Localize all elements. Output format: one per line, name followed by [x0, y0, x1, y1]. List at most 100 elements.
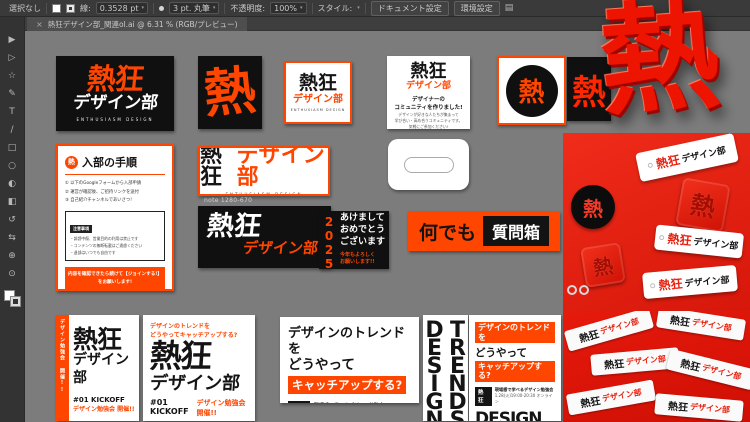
brush-dot-icon	[158, 5, 164, 11]
sticker-word-designbu: デザイン部	[599, 316, 641, 337]
artboard-netsu-black[interactable]: 熱	[198, 56, 262, 129]
trend-line1-highlight: デザインのトレンドを	[475, 322, 555, 344]
style-dropdown-icon[interactable]: ▾	[357, 5, 360, 11]
white-tag-keychain: 熱狂 デザイン部	[642, 264, 738, 300]
stroke-width-input[interactable]: 0.3528 pt ▾	[95, 2, 148, 14]
steps-header: 熱 入部の手順	[65, 154, 165, 170]
rectangle-tool-icon[interactable]: □	[4, 141, 21, 154]
artboard-logo-wide[interactable]: 熱狂 デザイン部 ENTHUSIASM DESIGN	[198, 146, 330, 196]
event-info-row: 熱狂 現場感で学べるデザイン勉強会 1.28(火)19:00-20:30 オンラ…	[475, 386, 555, 406]
logo-tagline: ENTHUSIASM DESIGN	[225, 192, 303, 196]
divider	[65, 174, 165, 175]
stroke-proxy[interactable]	[9, 296, 21, 307]
artboard-kickoff-banner[interactable]: デザインのトレンドを どうやってキャッチアップする? 熱狂 デザイン部 #01 …	[143, 315, 255, 421]
headline-line1: デザインのトレンドを	[150, 323, 211, 330]
document-tab-title: 熱狂デザイン部_関連ol.ai @ 6.31 % (RGB/プレビュー)	[47, 19, 238, 29]
preferences-button[interactable]: 環境設定	[453, 0, 500, 16]
trend-line2: どうやって	[475, 346, 527, 359]
kickoff-number: #01 KICKOFF	[150, 397, 189, 416]
artboard-kickoff-vertical[interactable]: デザイン勉強会 開催!! 熱狂 デザイン部 #01 KICKOFF デザイン勉強…	[56, 315, 139, 421]
stepper-icon[interactable]: ▾	[141, 5, 144, 11]
logo-word-designbu: デザイン部	[149, 372, 241, 394]
transform-tool-icon[interactable]: ⇆	[4, 231, 21, 244]
rotate-tool-icon[interactable]: ↺	[4, 213, 21, 226]
tools-panel: ▶ ▷ ☆ ✎ T ∕ □ ○ ◐ ◧ ↺ ⇆ ⊕ ⊙	[0, 17, 25, 422]
trend-line1: デザインのトレンドを	[288, 326, 406, 357]
hand-tool-icon[interactable]: ⊙	[4, 267, 21, 280]
selection-tool-icon[interactable]: ▶	[4, 33, 21, 46]
keyring-hardware-icon	[567, 285, 589, 295]
document-tab[interactable]: × 熱狂デザイン部_関連ol.ai @ 6.31 % (RGB/プレビュー)	[27, 17, 247, 31]
netsu-character: 熱	[583, 196, 603, 221]
document-setup-button[interactable]: ドキュメント設定	[370, 0, 449, 16]
red-acrylic-tile: 熱	[580, 242, 626, 288]
vertical-word-trends: TRENDS	[445, 318, 468, 421]
stroke-color-swatch[interactable]	[66, 3, 75, 13]
netsu-character: 熱	[201, 60, 259, 125]
sticker-item: 熱狂 デザイン部	[655, 311, 747, 341]
selection-status: 選択なし	[9, 3, 41, 13]
chevron-down-icon[interactable]: ▾	[300, 5, 303, 11]
keychain-hero-photo[interactable]: 熱	[595, 0, 750, 148]
greeting-line: おめでとう	[340, 225, 386, 236]
logo-word-designbu: デザイン部	[73, 352, 129, 386]
design-trends-wordmark: DESIGN TRENDS	[475, 410, 555, 421]
logo-word-netsukyo: 熱狂	[85, 62, 145, 97]
artboard-newyear-card[interactable]: 2025 あけまして おめでとう ございます 今年もよろしく お願いします!!	[319, 211, 389, 269]
logo-word-designbu: デザイン部	[236, 146, 325, 190]
sticker-word-designbu: デザイン部	[691, 317, 733, 333]
community-body: デザインが好きな人たちが集まって 学び合い・高め合うコミュニティです。 気軽にご…	[395, 112, 463, 129]
opacity-label: 不透明度:	[230, 3, 266, 13]
logo-word-netsukyo: 熱狂	[205, 211, 263, 242]
brush-value: 3 pt. 丸筆	[172, 3, 210, 13]
brush-select[interactable]: 3 pt. 丸筆 ▾	[168, 2, 220, 14]
tag-hole-icon	[647, 162, 654, 169]
artboard-question-box[interactable]: 何でも 質問箱	[408, 211, 560, 251]
ellipse-tool-icon[interactable]: ○	[4, 159, 21, 172]
fill-color-swatch[interactable]	[52, 3, 61, 13]
black-disc: 熱	[505, 64, 558, 117]
community-headline: デザイナーの コミュニティを作りました!	[394, 96, 462, 113]
merch-photo-stickers[interactable]: 熱狂 デザイン部 熱狂 デザイン部 熱狂 デザイン部 熱狂 デザイン部 熱狂 デ…	[563, 311, 750, 422]
tag-word-netsukyo: 熱狂	[654, 152, 682, 172]
artboard-design-trends-type[interactable]: DESIGN TRENDS	[423, 315, 468, 421]
note-size-label: note 1280-670	[204, 197, 253, 204]
sticker-item: 熱狂 デザイン部	[565, 379, 657, 416]
artboard-trend-banner-a[interactable]: デザインのトレンドを どうやって キャッチアップする? 熱狂 現場感で学べるデザ…	[280, 317, 419, 403]
close-tab-icon[interactable]: ×	[36, 20, 43, 29]
line-tool-icon[interactable]: ∕	[4, 123, 21, 136]
style-label: スタイル:	[317, 3, 353, 13]
artboard-community-card[interactable]: 熱狂 デザイン部 デザイナーの コミュニティを作りました! デザインが好きな人た…	[387, 56, 470, 129]
artboard-netsu-circle[interactable]: 熱	[497, 56, 566, 125]
artboard-join-steps[interactable]: 熱 入部の手順 ① 以下のGoogleフォームから入部申請 ② 運営が確認後、ご…	[56, 144, 174, 291]
kickoff-main: 熱狂 デザイン部 #01 KICKOFF デザイン勉強会 開催!!	[73, 315, 139, 413]
tag-word-designbu: デザイン部	[684, 275, 730, 289]
logo-word-netsukyo: 熱狂	[73, 325, 122, 354]
sticker-word-netsukyo: 熱狂	[669, 315, 691, 330]
type-tool-icon[interactable]: T	[4, 105, 21, 118]
gradient-tool-icon[interactable]: ◐	[4, 177, 21, 190]
greeting-small-line: お願いします!!	[340, 259, 375, 266]
direct-selection-tool-icon[interactable]: ▷	[4, 51, 21, 64]
magic-wand-tool-icon[interactable]: ☆	[4, 69, 21, 82]
event-date: 1.28(火)19:00-20:30 オンライン	[494, 393, 553, 405]
sticker-item: 熱狂 デザイン部	[590, 347, 680, 376]
artboard-logo-black[interactable]: 熱狂 デザイン部 ENTHUSIASM DESIGN	[56, 56, 174, 131]
pen-tool-icon[interactable]: ✎	[4, 87, 21, 100]
sticker-word-netsukyo: 熱狂	[603, 358, 625, 372]
step-line: ③ 自己紹介チャンネルであいさつ!	[65, 198, 132, 204]
fill-stroke-indicator[interactable]	[3, 290, 21, 307]
opacity-input[interactable]: 100% ▾	[270, 2, 307, 14]
artboard-trend-banner-b[interactable]: デザインのトレンドを どうやって キャッチアップする? 熱狂 現場感で学べるデザ…	[469, 315, 561, 421]
artboard-logo-small[interactable]: 熱狂 デザイン部 ENTHUSIASM DESIGN	[284, 61, 352, 124]
artboard-note-banner[interactable]: 熱狂 デザイン部	[198, 206, 331, 268]
tag-hole-icon	[650, 282, 656, 288]
merch-photo-keychains[interactable]: 熱狂 デザイン部 熱 熱 熱狂 デザイン部 熱 熱狂 デザイン部	[563, 133, 750, 311]
chevron-down-icon[interactable]: ▾	[213, 5, 216, 11]
artboard-tool-icon[interactable]: ◧	[4, 195, 21, 208]
artboard-keychain-template[interactable]	[388, 139, 469, 190]
stroke-width-value: 0.3528 pt	[99, 3, 139, 13]
notice-line: ・誹謗中傷、営業目的の利用は禁止です	[70, 235, 139, 241]
panel-toggle-icon[interactable]: ▤	[505, 3, 514, 13]
zoom-tool-icon[interactable]: ⊕	[4, 249, 21, 262]
